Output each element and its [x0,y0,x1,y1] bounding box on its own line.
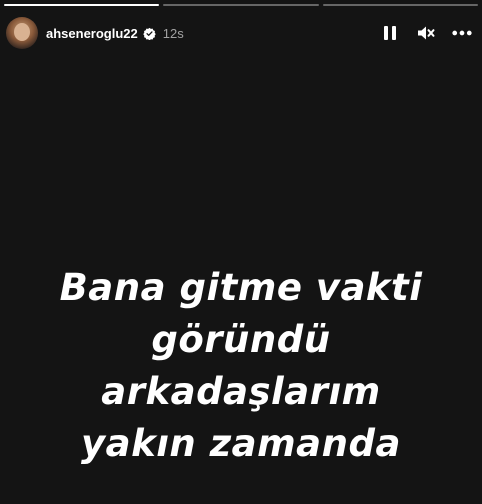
progress-segment [163,4,319,6]
verified-badge-icon [142,27,156,40]
story-progress-bar [4,4,478,6]
time-ago: 12s [162,25,184,41]
username[interactable]: ahseneroglu22 [46,26,138,41]
avatar[interactable] [6,17,38,49]
pause-icon [384,26,396,40]
progress-segment [322,4,478,6]
caption-line: Bana gitme vakti [59,266,423,309]
caption-line: arkadaşlarım [101,370,381,413]
muted-speaker-icon [418,26,435,40]
story-header: ahseneroglu22 12s [6,16,476,50]
story-viewer: ahseneroglu22 12s Bana gitme vakti görün… [0,0,482,504]
caption-line: yakın zamanda [81,422,401,465]
more-options-button[interactable] [452,23,472,43]
story-controls [380,23,476,43]
progress-segment [4,4,160,6]
story-caption: Bana gitme vakti göründü arkadaşlarım ya… [0,262,482,470]
caption-line: göründü [151,318,331,361]
pause-button[interactable] [380,23,400,43]
mute-button[interactable] [416,23,436,43]
more-options-icon [452,30,472,36]
